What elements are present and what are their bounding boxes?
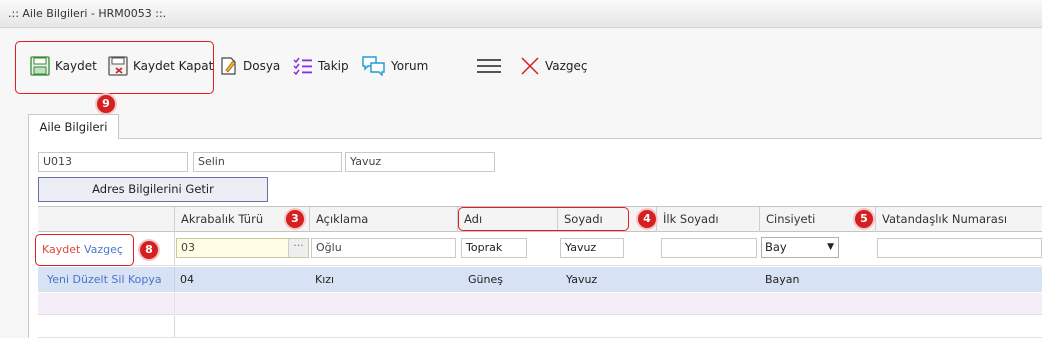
- badge-4: 4: [636, 208, 658, 230]
- employee-name-field[interactable]: Selin: [193, 152, 342, 172]
- gender-select[interactable]: Bay ▼: [761, 237, 839, 258]
- col-header-maiden-name[interactable]: İlk Soyadı: [656, 207, 759, 232]
- comment-button[interactable]: Yorum: [362, 55, 428, 77]
- col-divider: [174, 316, 175, 338]
- col-divider: [174, 232, 175, 266]
- chevron-down-icon: ▼: [827, 242, 834, 252]
- follow-button-label: Takip: [318, 59, 349, 73]
- relation-type-input[interactable]: 03 ···: [176, 238, 309, 258]
- callout-row-actions: [35, 234, 134, 266]
- comment-button-label: Yorum: [391, 59, 429, 73]
- grid-empty-row: [38, 316, 1042, 338]
- ellipsis-icon[interactable]: ···: [288, 239, 308, 257]
- tab-family-info[interactable]: Aile Bilgileri: [28, 114, 119, 139]
- citizen-number-input[interactable]: [877, 238, 1042, 258]
- close-icon: [521, 57, 539, 75]
- get-address-button[interactable]: Adres Bilgilerini Getir: [38, 177, 268, 202]
- comment-icon: [362, 56, 385, 76]
- row-actions-links[interactable]: Yeni Düzelt Sil Kopya: [47, 273, 162, 286]
- badge-8: 8: [138, 239, 160, 261]
- cancel-button-label: Vazgeç: [545, 59, 588, 73]
- col-divider: [174, 293, 175, 315]
- file-icon: [221, 57, 236, 75]
- file-button[interactable]: Dosya: [220, 55, 280, 77]
- callout-name-columns: [458, 207, 629, 231]
- hamburger-menu-icon: [477, 59, 501, 73]
- badge-3: 3: [284, 208, 306, 230]
- maiden-name-input[interactable]: [661, 238, 757, 258]
- col-header-description[interactable]: Açıklama: [309, 207, 457, 232]
- window-title: .:: Aile Bilgileri - HRM0053 ::.: [8, 7, 167, 20]
- window-titlebar: .:: Aile Bilgileri - HRM0053 ::.: [0, 0, 1042, 28]
- col-header-citizen-number[interactable]: Vatandaşlık Numarası: [875, 207, 1042, 232]
- grid-empty-row: [38, 293, 1042, 315]
- badge-5: 5: [853, 208, 875, 230]
- grid-edit-row: Kaydet Vazgeç 03 ··· Oğlu Toprak Yavuz B…: [38, 232, 1042, 266]
- menu-button[interactable]: [476, 55, 507, 77]
- gender-select-value: Bay: [765, 240, 787, 254]
- file-button-label: Dosya: [243, 59, 281, 73]
- relation-type-value: 03: [181, 241, 195, 254]
- badge-9: 9: [95, 93, 117, 115]
- callout-save-buttons: [15, 41, 214, 94]
- grid-data-row[interactable]: Yeni Düzelt Sil Kopya 04 Kızı Güneş Yavu…: [38, 267, 1042, 292]
- last-name-input[interactable]: Yavuz: [560, 238, 624, 258]
- first-name-input[interactable]: Toprak: [461, 238, 527, 258]
- cancel-button[interactable]: Vazgeç: [520, 55, 588, 77]
- employee-code-field[interactable]: U013: [38, 152, 188, 172]
- employee-surname-field[interactable]: Yavuz: [345, 152, 495, 172]
- description-input[interactable]: Oğlu: [311, 238, 456, 258]
- follow-button[interactable]: Takip: [293, 55, 349, 77]
- checklist-icon: [293, 57, 312, 75]
